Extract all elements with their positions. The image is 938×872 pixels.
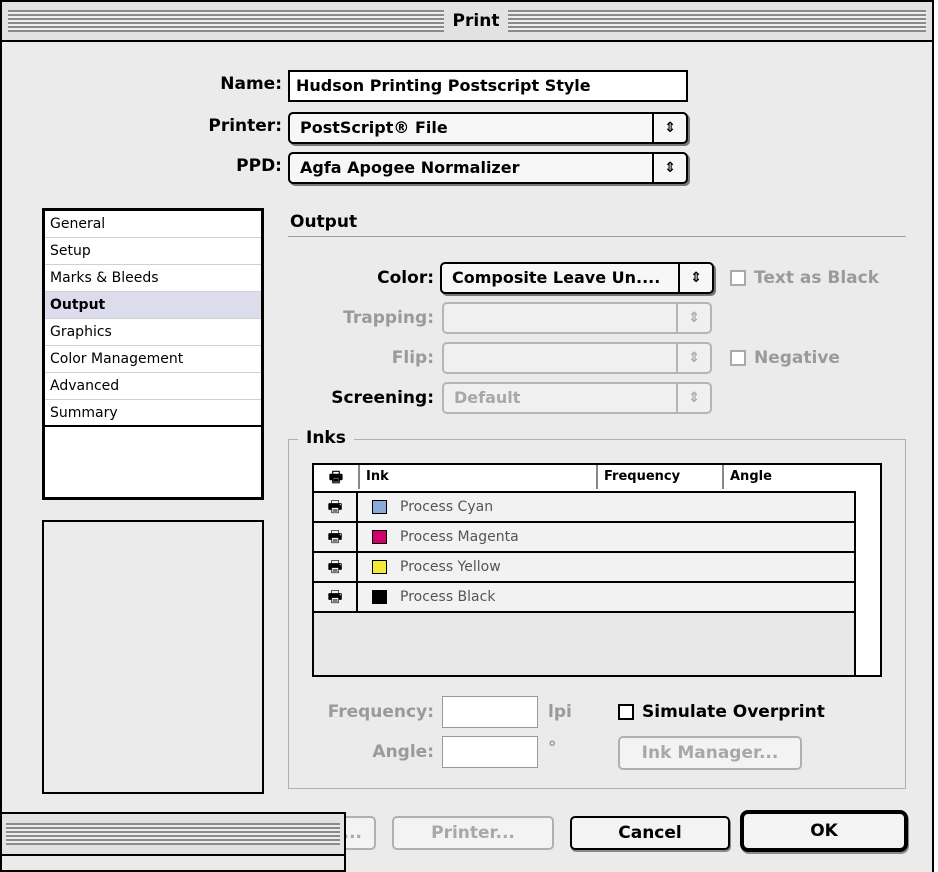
frequency-unit: lpi (548, 702, 572, 722)
popup-arrows-icon: ⇕ (652, 114, 686, 142)
angle-unit: ° (548, 738, 557, 758)
color-popup[interactable]: Composite Leave Un.... ⇕ (440, 262, 714, 294)
popup-arrows-icon: ⇕ (678, 264, 712, 292)
sidebar-item-advanced[interactable]: Advanced (45, 373, 261, 400)
simulate-overprint-checkbox[interactable] (618, 704, 634, 720)
inks-group-title: Inks (298, 428, 354, 448)
ink-row-cyan[interactable]: 🖶 Process Cyan (314, 493, 856, 523)
sidebar-item-output[interactable]: Output (45, 292, 261, 319)
ink-swatch-black (372, 590, 387, 604)
print-dialog: Print Name: Hudson Printing Postscript S… (0, 0, 934, 872)
ink-name: Process Magenta (400, 529, 519, 545)
output-section-title: Output (290, 212, 358, 232)
ink-swatch-cyan (372, 500, 387, 514)
title-bar-stripes-right (508, 10, 926, 32)
popup-arrows-icon: ⇕ (676, 344, 710, 372)
negative-label: Negative (754, 348, 840, 368)
trapping-popup[interactable]: ⇕ (442, 302, 712, 334)
popup-arrows-icon: ⇕ (676, 304, 710, 332)
screening-popup-value: Default (454, 388, 521, 407)
window-title: Print (448, 8, 504, 34)
simulate-overprint-label: Simulate Overprint (642, 702, 825, 722)
printer-icon[interactable]: 🖶 (314, 493, 358, 521)
sidebar-item-marks-bleeds[interactable]: Marks & Bleeds (45, 265, 261, 292)
ink-row-magenta[interactable]: 🖶 Process Magenta (314, 523, 856, 553)
cancel-button[interactable]: Cancel (570, 816, 730, 850)
ink-name: Process Yellow (400, 559, 501, 575)
ink-name: Process Black (400, 589, 496, 605)
printer-button[interactable]: Printer... (392, 816, 554, 850)
section-divider (288, 236, 906, 237)
screening-label: Screening: (331, 388, 434, 408)
popup-arrows-icon: ⇕ (676, 384, 710, 412)
category-list: General Setup Marks & Bleeds Output Grap… (42, 208, 264, 500)
name-label: Name: (220, 74, 282, 94)
text-as-black-checkbox[interactable] (730, 270, 746, 286)
ink-swatch-yellow (372, 560, 387, 574)
title-bar[interactable]: Print (2, 2, 932, 42)
page-preview (42, 520, 264, 794)
sidebar-item-setup[interactable]: Setup (45, 238, 261, 265)
flip-label: Flip: (391, 348, 434, 368)
screening-popup[interactable]: Default ⇕ (442, 382, 712, 414)
negative-checkbox[interactable] (730, 350, 746, 366)
frequency-label: Frequency: (327, 702, 434, 722)
printer-icon[interactable]: 🖶 (314, 583, 358, 611)
sidebar-item-graphics[interactable]: Graphics (45, 319, 261, 346)
sidebar-item-general[interactable]: General (45, 211, 261, 238)
sidebar-item-summary[interactable]: Summary (45, 400, 261, 427)
printer-popup[interactable]: PostScript® File ⇕ (288, 112, 688, 144)
trapping-label: Trapping: (343, 308, 434, 328)
color-label: Color: (377, 268, 434, 288)
background-window-title-bar[interactable] (2, 814, 344, 856)
ink-swatch-magenta (372, 530, 387, 544)
popup-arrows-icon: ⇕ (652, 154, 686, 182)
flip-popup[interactable]: ⇕ (442, 342, 712, 374)
column-header-frequency[interactable]: Frequency (598, 465, 724, 489)
column-header-angle[interactable]: Angle (724, 465, 880, 489)
ok-button[interactable]: OK (740, 810, 908, 852)
text-as-black-label: Text as Black (754, 268, 880, 288)
ink-row-black[interactable]: 🖶 Process Black (314, 583, 856, 613)
printer-popup-value: PostScript® File (300, 118, 448, 137)
ink-table-header: 🖶 Ink Frequency Angle (314, 465, 880, 493)
column-header-ink[interactable]: Ink (360, 465, 598, 489)
color-popup-value: Composite Leave Un.... (452, 268, 661, 287)
name-field[interactable]: Hudson Printing Postscript Style (288, 70, 688, 102)
title-bar-stripes-left (8, 10, 444, 32)
ppd-label: PPD: (236, 156, 282, 176)
ink-table-scrollbar[interactable] (854, 491, 880, 675)
ink-row-yellow[interactable]: 🖶 Process Yellow (314, 553, 856, 583)
printer-icon[interactable]: 🖶 (314, 553, 358, 581)
angle-field[interactable] (442, 736, 538, 768)
ppd-popup-value: Agfa Apogee Normalizer (300, 158, 520, 177)
ink-table: 🖶 Ink Frequency Angle 🖶 Process Cyan 🖶 P… (312, 463, 882, 677)
angle-label: Angle: (372, 742, 434, 762)
printer-label: Printer: (208, 116, 282, 136)
printer-icon[interactable]: 🖶 (314, 523, 358, 551)
title-bar-stripes (6, 823, 340, 845)
ppd-popup[interactable]: Agfa Apogee Normalizer ⇕ (288, 152, 688, 184)
frequency-field[interactable] (442, 696, 538, 728)
background-window[interactable] (0, 812, 346, 872)
sidebar-item-color-management[interactable]: Color Management (45, 346, 261, 373)
print-column-icon: 🖶 (314, 465, 360, 489)
ink-manager-button[interactable]: Ink Manager... (618, 736, 802, 770)
ink-name: Process Cyan (400, 499, 494, 515)
